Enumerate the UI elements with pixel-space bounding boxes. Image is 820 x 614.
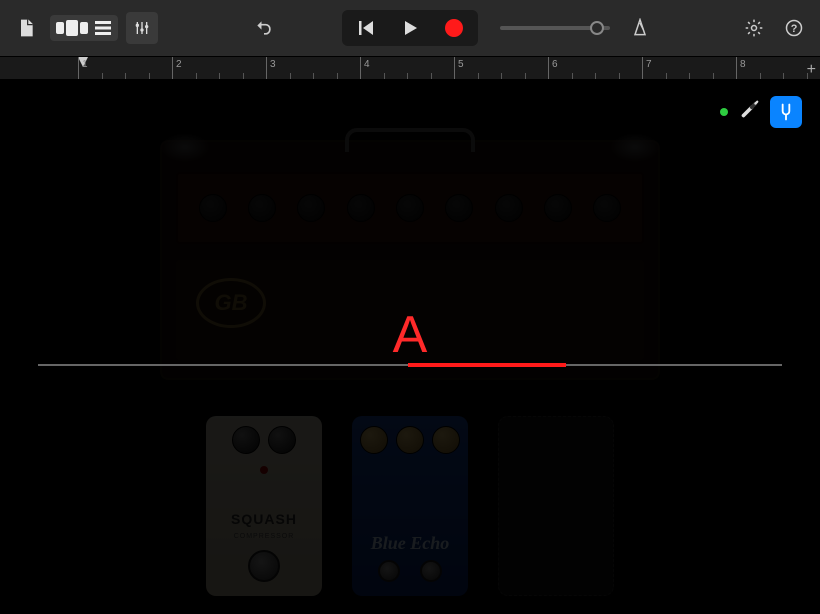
- gear-icon: [744, 18, 764, 38]
- input-status-indicator: [720, 108, 728, 116]
- play-button[interactable]: [388, 12, 432, 44]
- rewind-button[interactable]: [344, 12, 388, 44]
- ruler-bar-marker: 3: [266, 57, 276, 79]
- pedal-knob[interactable]: [360, 426, 388, 454]
- sliders-icon: [134, 18, 150, 38]
- input-jack-button[interactable]: [738, 99, 760, 126]
- metronome-button[interactable]: [624, 12, 656, 44]
- help-button[interactable]: ?: [778, 12, 810, 44]
- pedal-squash[interactable]: SQUASH COMPRESSOR: [206, 416, 322, 596]
- add-section-button[interactable]: +: [807, 61, 816, 79]
- ruler-bar-marker: 1: [78, 57, 88, 79]
- pedal-knob[interactable]: [232, 426, 260, 454]
- ruler-bar-marker: 6: [548, 57, 558, 79]
- ruler-bar-marker: 8: [736, 57, 746, 79]
- tuner-pitch-indicator: [408, 363, 566, 367]
- settings-button[interactable]: [738, 12, 770, 44]
- tuner-button[interactable]: [770, 96, 802, 128]
- amp-logo: GB: [196, 278, 266, 328]
- ruler-bar-marker: 4: [360, 57, 370, 79]
- tuning-fork-icon: [776, 102, 796, 122]
- go-to-start-icon: [357, 19, 375, 37]
- undo-button[interactable]: [248, 12, 280, 44]
- metronome-icon: [630, 18, 650, 38]
- record-button[interactable]: [432, 12, 476, 44]
- master-volume-slider[interactable]: [500, 26, 610, 30]
- amp-knob[interactable]: [248, 194, 276, 222]
- pedal-name: Blue Echo: [371, 533, 450, 554]
- track-controls-button[interactable]: [126, 12, 158, 44]
- pedal-knob[interactable]: [268, 426, 296, 454]
- amp-knob[interactable]: [445, 194, 473, 222]
- pedal-knob[interactable]: [432, 426, 460, 454]
- pedal-footswitch[interactable]: [378, 560, 400, 582]
- timeline-ruler[interactable]: 1 2 3 4 5 6 7 8 +: [0, 56, 820, 80]
- pedal-footswitch[interactable]: [420, 560, 442, 582]
- amp-knob[interactable]: [495, 194, 523, 222]
- play-icon: [401, 19, 419, 37]
- help-icon: ?: [784, 18, 804, 38]
- ruler-bar-marker: 7: [642, 57, 652, 79]
- browser-button[interactable]: [10, 12, 42, 44]
- ruler-bar-marker: 2: [172, 57, 182, 79]
- undo-icon: [254, 18, 274, 38]
- input-jack-icon: [738, 99, 760, 121]
- pedal-empty[interactable]: [498, 416, 614, 596]
- tracks-view-button[interactable]: [50, 15, 118, 41]
- pedal-subtitle: COMPRESSOR: [234, 533, 295, 540]
- top-toolbar: ?: [0, 0, 820, 56]
- amp-knob[interactable]: [593, 194, 621, 222]
- svg-text:?: ?: [791, 23, 798, 35]
- tuner-note: A: [393, 305, 428, 365]
- pedal-knob[interactable]: [396, 426, 424, 454]
- view-toggles: [720, 96, 802, 128]
- transport-controls: [342, 10, 478, 46]
- pedalboard: SQUASH COMPRESSOR Blue Echo: [206, 416, 614, 596]
- pedal-led: [260, 466, 268, 474]
- ruler-bar-marker: 5: [454, 57, 464, 79]
- tracks-view-icon: [56, 19, 92, 37]
- amp-knob[interactable]: [396, 194, 424, 222]
- amp-knob[interactable]: [544, 194, 572, 222]
- amp-knob[interactable]: [347, 194, 375, 222]
- amp-knob[interactable]: [297, 194, 325, 222]
- pedal-echo[interactable]: Blue Echo: [352, 416, 468, 596]
- record-icon: [445, 19, 463, 37]
- main-view: GB A SQUASH COMPRESSOR Blue Echo: [0, 80, 820, 614]
- list-icon: [94, 19, 112, 37]
- pedal-name: SQUASH: [231, 511, 297, 527]
- pedal-footswitch[interactable]: [248, 550, 280, 582]
- volume-thumb[interactable]: [590, 21, 604, 35]
- amp-knob[interactable]: [199, 194, 227, 222]
- document-icon: [16, 18, 36, 38]
